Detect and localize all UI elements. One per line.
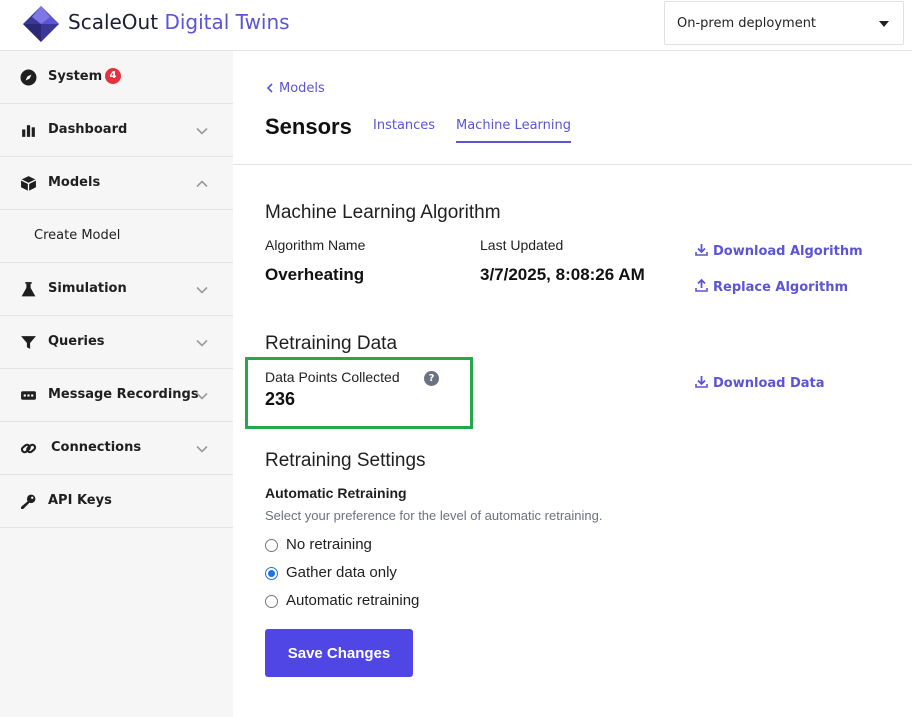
algorithm-name-label: Algorithm Name (265, 237, 366, 253)
download-data-link[interactable]: Download Data (695, 375, 825, 391)
system-alert-badge: 4 (105, 68, 121, 84)
sidebar-subitem-label: Create Model (34, 228, 121, 243)
sidebar: System 4 Dashboard Models Create Model S… (0, 51, 233, 717)
sidebar-item-message-recordings[interactable]: Message Recordings (0, 369, 233, 422)
replace-algorithm-label: Replace Algorithm (713, 280, 849, 295)
caret-down-icon (879, 21, 889, 27)
algorithm-name-value: Overheating (265, 265, 365, 284)
download-algorithm-label: Download Algorithm (713, 244, 863, 259)
download-icon (695, 244, 708, 256)
sidebar-item-system[interactable]: System 4 (0, 51, 233, 104)
retraining-description: Select your preference for the level of … (265, 508, 603, 523)
header-divider (233, 164, 912, 165)
help-icon[interactable]: ? (424, 371, 439, 386)
chevron-down-icon (196, 286, 208, 294)
tab-instances[interactable]: Instances (373, 118, 435, 141)
sidebar-item-simulation[interactable]: Simulation (0, 263, 233, 316)
sidebar-item-label: Queries (48, 334, 105, 349)
key-icon (21, 494, 36, 509)
page-title: Sensors (265, 114, 352, 139)
brand-name: ScaleOut Digital Twins (68, 10, 290, 34)
chevron-left-icon (266, 83, 273, 93)
data-points-value: 236 (265, 389, 296, 409)
last-updated-value: 3/7/2025, 8:08:26 AM (480, 265, 645, 284)
radio-label: Gather data only (286, 564, 397, 581)
brand-primary: ScaleOut (68, 10, 159, 34)
download-data-label: Download Data (713, 376, 825, 391)
top-header: ScaleOut Digital Twins On-prem deploymen… (0, 0, 912, 51)
cube-icon (20, 176, 37, 191)
main-content: Models Sensors Instances Machine Learnin… (233, 51, 912, 717)
sidebar-item-connections[interactable]: Connections (0, 422, 233, 475)
sidebar-subitem-create-model[interactable]: Create Model (0, 210, 233, 263)
automatic-retraining-heading: Automatic Retraining (265, 485, 407, 501)
last-updated-label: Last Updated (480, 237, 564, 253)
sidebar-item-label: Dashboard (48, 122, 128, 137)
radio-label: Automatic retraining (286, 592, 420, 609)
download-algorithm-link[interactable]: Download Algorithm (695, 243, 863, 259)
sidebar-item-api-keys[interactable]: API Keys (0, 475, 233, 528)
back-link-label: Models (279, 81, 325, 96)
deployment-select[interactable]: On-prem deployment (664, 1, 904, 45)
sidebar-item-models[interactable]: Models (0, 157, 233, 210)
chevron-down-icon (196, 339, 208, 347)
brand-accent: Digital Twins (164, 10, 290, 34)
sidebar-item-label: Connections (51, 440, 142, 455)
compass-icon (20, 69, 37, 86)
chevron-down-icon (196, 127, 208, 135)
chevron-down-icon (196, 392, 208, 400)
data-points-label: Data Points Collected (265, 369, 400, 385)
chevron-down-icon (196, 445, 208, 453)
retraining-data-heading: Retraining Data (265, 333, 398, 354)
save-changes-button[interactable]: Save Changes (265, 629, 413, 677)
tab-machine-learning[interactable]: Machine Learning (456, 118, 571, 143)
replace-algorithm-link[interactable]: Replace Algorithm (695, 279, 848, 295)
radio-button[interactable] (265, 539, 278, 552)
chevron-up-icon (196, 180, 208, 188)
sidebar-item-label: Simulation (48, 281, 127, 296)
filter-icon (21, 336, 36, 349)
download-icon (695, 376, 708, 388)
radio-button[interactable] (265, 595, 278, 608)
logo-icon[interactable] (22, 5, 60, 43)
sidebar-item-dashboard[interactable]: Dashboard (0, 104, 233, 157)
sidebar-item-label: Message Recordings (48, 387, 199, 402)
upload-icon (695, 279, 708, 292)
sidebar-item-label: Models (48, 175, 101, 190)
bar-chart-icon (22, 125, 35, 137)
retraining-settings-heading: Retraining Settings (265, 450, 426, 471)
sidebar-item-queries[interactable]: Queries (0, 316, 233, 369)
recording-icon (21, 391, 36, 400)
back-to-models-link[interactable]: Models (265, 81, 325, 96)
radio-label: No retraining (286, 536, 372, 553)
sidebar-item-label: API Keys (48, 493, 112, 508)
radio-button-checked[interactable] (265, 567, 278, 580)
sidebar-item-label: System (48, 69, 103, 84)
ml-algorithm-heading: Machine Learning Algorithm (265, 202, 501, 223)
deployment-select-value: On-prem deployment (677, 16, 817, 31)
flask-icon (21, 282, 36, 297)
link-icon (20, 443, 37, 454)
